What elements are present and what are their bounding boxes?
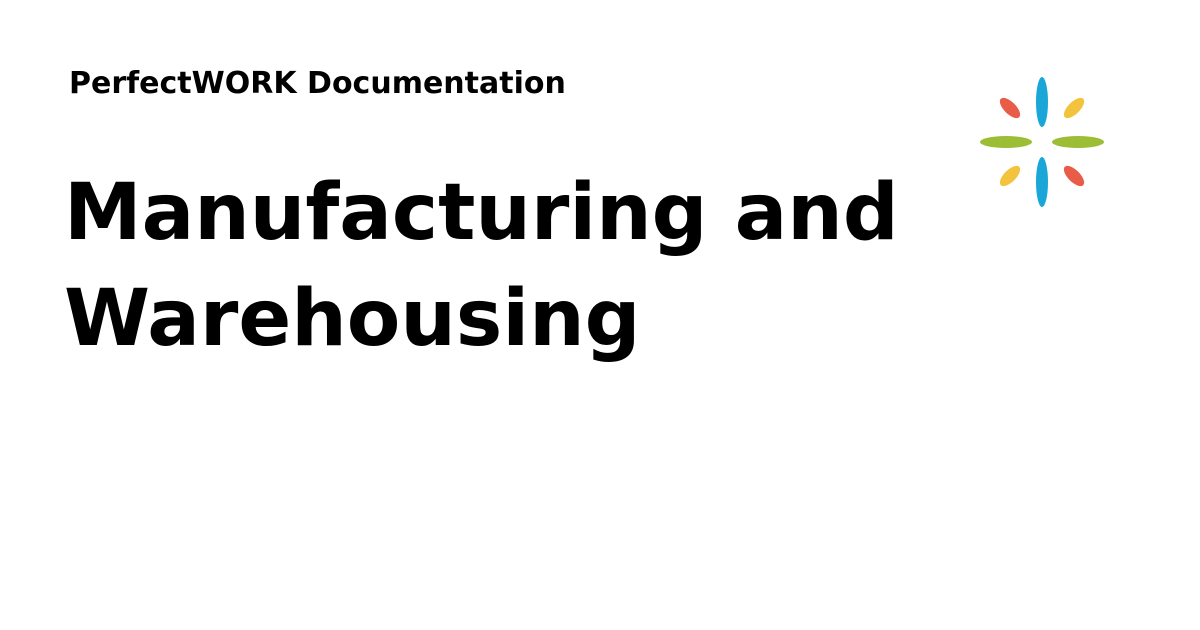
logo-petal-bottom (1036, 157, 1048, 207)
site-name: PerfectWORK Documentation (69, 66, 566, 101)
logo-petal-left (980, 136, 1032, 148)
logo-petal-bottom-left (999, 165, 1021, 187)
logo-petal-top (1036, 77, 1048, 127)
social-preview-card: PerfectWORK Documentation Manufacturing … (0, 0, 1200, 630)
sparkle-logo-icon (980, 77, 1104, 207)
logo-petal-bottom-right (1063, 165, 1085, 187)
logo-petal-top-right (1063, 97, 1085, 119)
logo-petal-top-left (999, 97, 1021, 119)
page-title: Manufacturing and Warehousing (64, 168, 899, 364)
logo-petal-right (1052, 136, 1104, 148)
